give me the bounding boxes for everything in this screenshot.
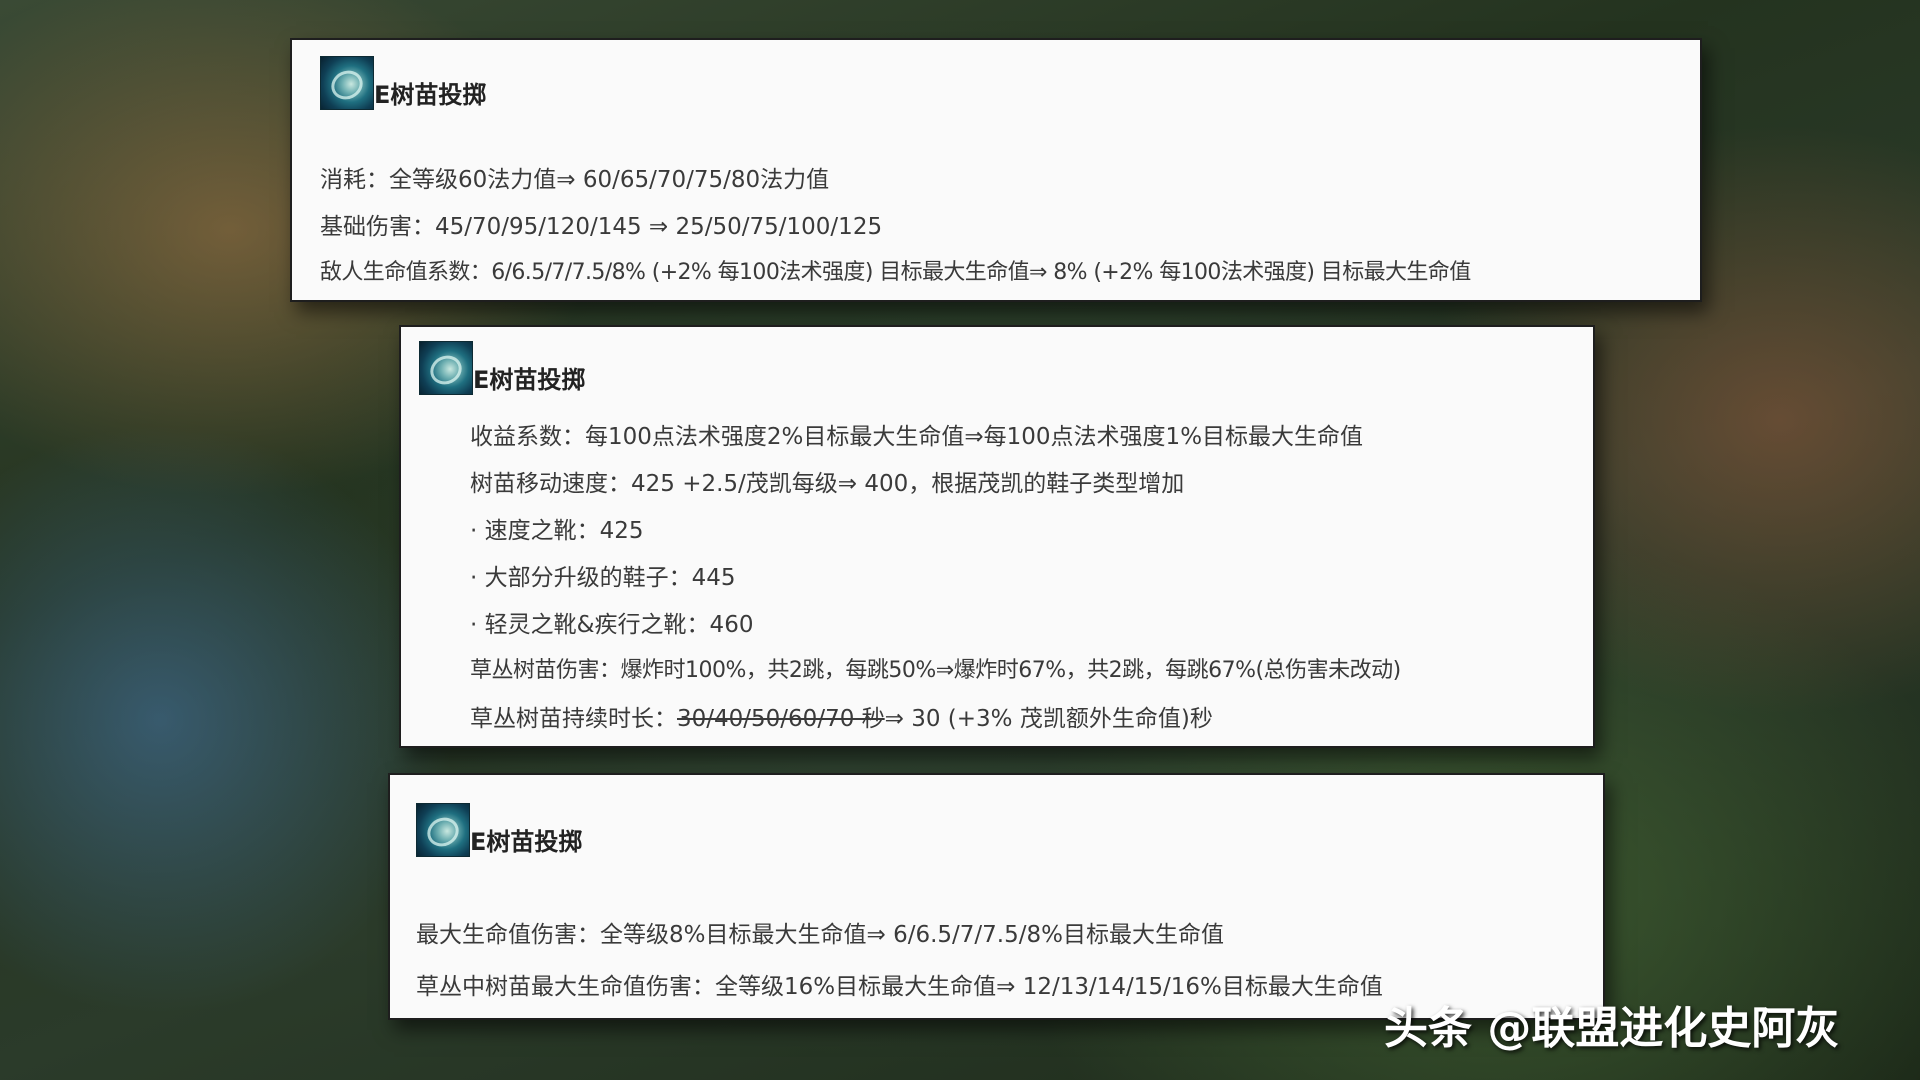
card-line: 消耗：全等级60法力值⇒ 60/65/70/75/80法力值 [320, 167, 830, 193]
patch-card-1: E树苗投掷 消耗：全等级60法力值⇒ 60/65/70/75/80法力值 基础伤… [290, 38, 1702, 302]
card-line: 草丛中树苗最大生命值伤害：全等级16%目标最大生命值⇒ 12/13/14/15/… [416, 974, 1383, 1000]
card-line: · 速度之靴：425 [470, 518, 644, 544]
card-line: · 大部分升级的鞋子：445 [470, 565, 736, 591]
card-line: 收益系数：每100点法术强度2%目标最大生命值⇒每100点法术强度1%目标最大生… [470, 424, 1364, 450]
card-title-text: E树苗投掷 [473, 366, 586, 394]
card-line: 最大生命值伤害：全等级8%目标最大生命值⇒ 6/6.5/7/7.5/8%目标最大… [416, 922, 1224, 948]
sapling-skill-icon [320, 56, 374, 110]
card-line: 草丛树苗伤害：爆炸时100%，共2跳，每跳50%⇒爆炸时67%，共2跳，每跳67… [470, 658, 1401, 683]
watermark: 头条 @联盟进化史阿灰 [1384, 1003, 1840, 1054]
card-line: 敌人生命值系数：6/6.5/7/7.5/8% (+2% 每100法术强度) 目标… [320, 260, 1471, 285]
card-title: E树苗投掷 [419, 341, 585, 395]
card-line: · 轻灵之靴&疾行之靴：460 [470, 612, 754, 638]
sapling-skill-icon [419, 341, 473, 395]
patch-card-3: E树苗投掷 最大生命值伤害：全等级8%目标最大生命值⇒ 6/6.5/7/7.5/… [388, 773, 1605, 1020]
card-title-text: E树苗投掷 [470, 828, 583, 856]
duration-old-value: 30/40/50/60/70 秒 [677, 706, 885, 732]
patch-card-2: E树苗投掷 收益系数：每100点法术强度2%目标最大生命值⇒每100点法术强度1… [399, 325, 1595, 748]
duration-line: 草丛树苗持续时长：30/40/50/60/70 秒⇒ 30 (+3% 茂凯额外生… [470, 699, 1213, 733]
card-line: 基础伤害：45/70/95/120/145 ⇒ 25/50/75/100/125 [320, 214, 883, 240]
duration-label: 草丛树苗持续时长： [470, 706, 677, 732]
duration-new-value: ⇒ 30 (+3% 茂凯额外生命值)秒 [884, 706, 1213, 732]
card-title: E树苗投掷 [416, 803, 582, 857]
sapling-skill-icon [416, 803, 470, 857]
card-title-text: E树苗投掷 [374, 81, 487, 109]
card-title: E树苗投掷 [320, 56, 486, 110]
card-line: 树苗移动速度：425 +2.5/茂凯每级⇒ 400，根据茂凯的鞋子类型增加 [470, 471, 1185, 497]
